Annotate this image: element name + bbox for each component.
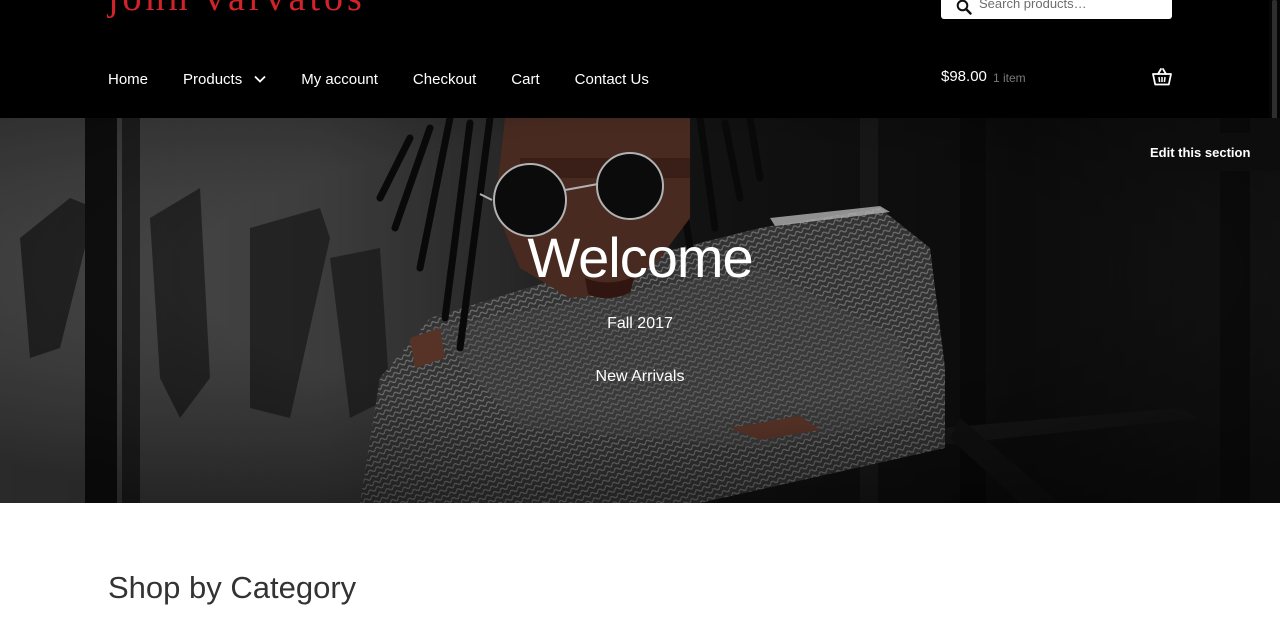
search-input[interactable]: [979, 0, 1164, 14]
site-header: john varvatos Home Products My account C…: [0, 0, 1280, 120]
nav-item-contact-us[interactable]: Contact Us: [575, 71, 649, 88]
nav-label: Home: [108, 70, 149, 88]
nav-label: Contact Us: [574, 70, 649, 88]
nav-label: My account: [301, 70, 378, 88]
nav-item-products[interactable]: Products: [183, 71, 266, 88]
nav-item-checkout[interactable]: Checkout: [413, 71, 476, 88]
nav-item-cart[interactable]: Cart: [511, 71, 539, 88]
nav-item-my-account[interactable]: My account: [301, 71, 378, 88]
hero-title: Welcome: [527, 226, 753, 289]
hero-background-image: [0, 118, 1280, 503]
search-box: [941, 0, 1172, 19]
chevron-down-icon[interactable]: [254, 75, 266, 83]
nav-item-home[interactable]: Home: [108, 71, 148, 88]
cart-total[interactable]: $98.00: [941, 68, 987, 85]
cart-item-count[interactable]: 1 item: [993, 71, 1026, 85]
search-icon: [956, 0, 972, 15]
site-logo[interactable]: john varvatos: [108, 0, 366, 18]
section-title: Shop by Category: [108, 570, 357, 605]
nav-label: Products: [183, 70, 243, 88]
nav-label: Checkout: [412, 70, 477, 88]
hero-tagline: New Arrivals: [595, 368, 685, 385]
basket-icon[interactable]: [1152, 68, 1172, 86]
edit-section-button[interactable]: Edit this section: [1134, 133, 1280, 171]
hero-banner: Welcome Fall 2017 New Arrivals Edit this…: [0, 118, 1280, 503]
primary-nav: Home Products My account Checkout Cart C…: [108, 67, 684, 91]
scrollbar-thumb[interactable]: [1272, 0, 1277, 120]
hero-subtitle: Fall 2017: [607, 315, 673, 332]
nav-label: Cart: [511, 70, 540, 88]
